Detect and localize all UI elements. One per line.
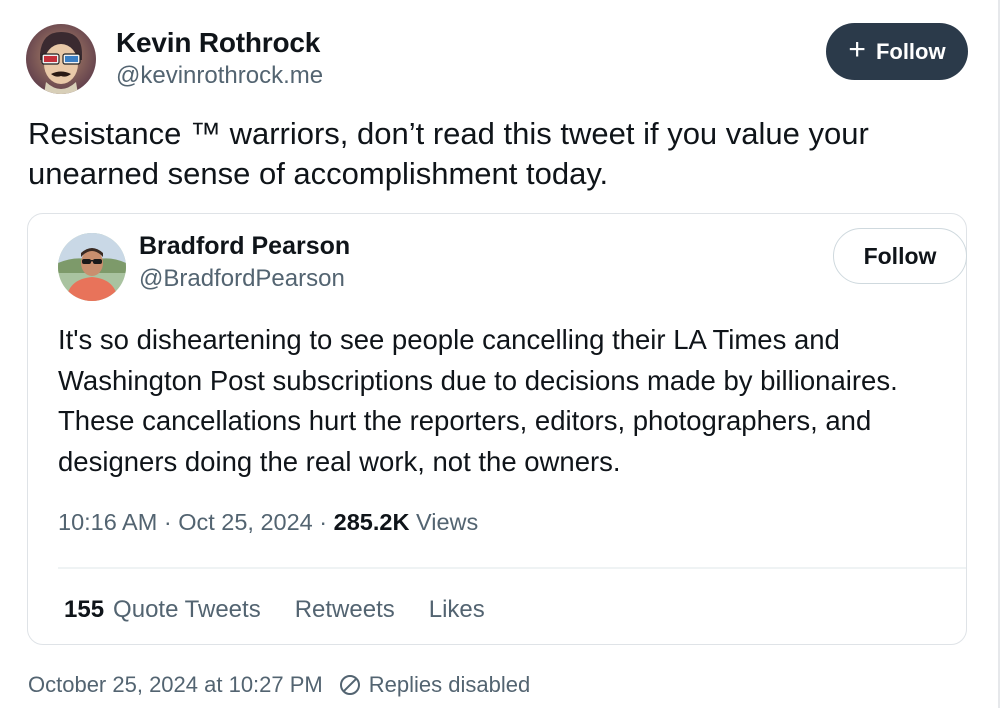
embedded-author-avatar[interactable]: [58, 233, 126, 301]
tweet-time[interactable]: 10:16 AM: [58, 509, 157, 535]
author-name[interactable]: Kevin Rothrock: [116, 27, 320, 59]
embedded-tweet-text: It's so disheartening to see people canc…: [58, 324, 898, 477]
embedded-tweet[interactable]: Bradford Pearson @BradfordPearson Follow…: [27, 213, 967, 645]
post-text: Resistance ™ warriors, don’t read this t…: [28, 116, 869, 191]
follow-button-label: Follow: [875, 38, 946, 64]
plus-icon: +: [848, 33, 866, 66]
replies-disabled-icon: [339, 674, 361, 696]
post-card: Kevin Rothrock @kevinrothrock.me + Follo…: [0, 0, 1000, 708]
post-footer: October 25, 2024 at 10:27 PM Replies dis…: [28, 672, 530, 698]
post-timestamp[interactable]: October 25, 2024 at 10:27 PM: [28, 672, 323, 698]
avatar-image: [26, 24, 96, 94]
avatar-image: [58, 233, 126, 301]
meta-separator: ·: [312, 509, 334, 535]
follow-button[interactable]: + Follow: [826, 23, 968, 80]
replies-status: Replies disabled: [368, 672, 531, 697]
embedded-tweet-meta: 10:16 AM · Oct 25, 2024 · 285.2K Views: [58, 509, 478, 536]
meta-separator: ·: [157, 509, 179, 535]
views-count: 285.2K: [333, 509, 410, 535]
embedded-author-handle[interactable]: @BradfordPearson: [139, 265, 345, 293]
quote-tweets-count: 155: [64, 596, 105, 623]
views-label: Views: [415, 509, 479, 535]
embedded-author-name[interactable]: Bradford Pearson: [139, 232, 350, 261]
likes-stat[interactable]: Likes: [429, 596, 485, 624]
author-avatar[interactable]: [26, 24, 96, 94]
embedded-follow-button[interactable]: Follow: [833, 228, 967, 284]
retweets-stat[interactable]: Retweets: [295, 596, 395, 624]
quote-tweets-label: Quote Tweets: [113, 596, 261, 623]
author-handle[interactable]: @kevinrothrock.me: [116, 62, 323, 90]
tweet-date[interactable]: Oct 25, 2024: [178, 509, 313, 535]
divider: [58, 567, 966, 569]
quote-tweets-stat[interactable]: 155 Quote Tweets: [64, 596, 261, 624]
tweet-stats: 155 Quote Tweets Retweets Likes: [64, 596, 519, 624]
